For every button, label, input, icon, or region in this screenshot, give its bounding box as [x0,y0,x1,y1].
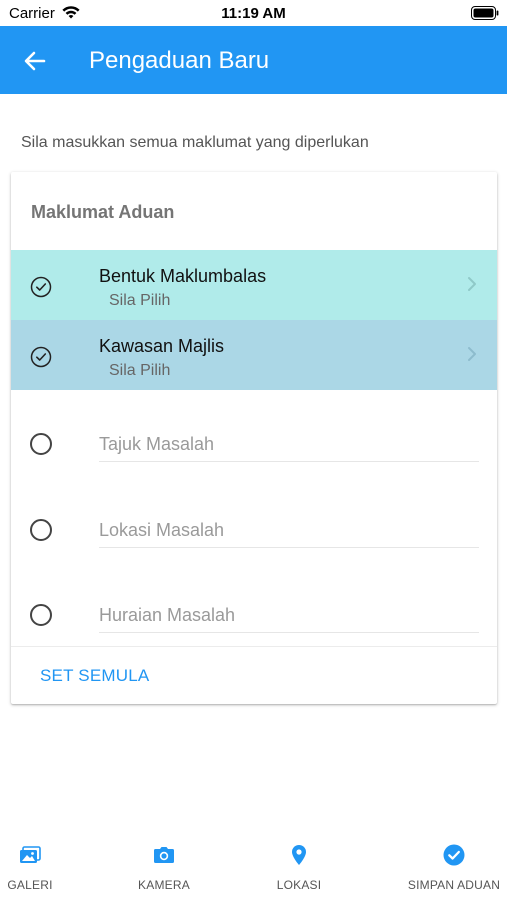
field-row-lokasi-masalah [11,504,497,564]
nav-lokasi[interactable]: LOKASI [268,830,330,900]
card-divider [11,646,497,647]
nav-label: GALERI [7,878,53,892]
radio-button[interactable] [30,519,52,541]
app-bar: Pengaduan Baru [0,26,507,94]
field-row-tajuk-masalah [11,418,497,478]
row-title: Kawasan Majlis [99,336,225,356]
complaint-info-card: Maklumat Aduan Bentuk Maklumbalas Sila P… [11,172,497,704]
reset-button[interactable]: SET SEMULA [40,666,149,686]
status-bar: Carrier 11:19 AM [0,0,507,26]
huraian-masalah-input[interactable] [99,599,479,633]
check-circle-icon [30,346,52,368]
row-subtitle: Sila Pilih [109,362,171,379]
back-button[interactable] [18,44,52,78]
row-title: Bentuk Maklumbalas [99,266,267,286]
page-title: Pengaduan Baru [89,47,270,74]
battery-icon [471,6,499,20]
nav-galeri[interactable]: GALERI [2,830,58,900]
chevron-right-icon [468,277,476,291]
check-circle-filled-icon [442,843,466,867]
camera-icon [152,843,176,867]
row-subtitle: Sila Pilih [109,292,171,309]
nav-label: LOKASI [276,878,322,892]
status-time: 11:19 AM [221,5,286,22]
arrow-left-icon [24,51,46,71]
chevron-right-icon [468,347,476,361]
lokasi-masalah-input[interactable] [99,514,479,548]
radio-button[interactable] [30,604,52,626]
check-circle-icon [30,276,52,298]
nav-label: SIMPAN ADUAN [407,878,501,892]
select-row-kawasan-majlis[interactable]: Kawasan Majlis Sila Pilih [11,320,497,390]
field-row-huraian-masalah [11,589,497,649]
instruction-text: Sila masukkan semua maklumat yang diperl… [21,134,369,151]
nav-kamera[interactable]: KAMERA [130,830,198,900]
card-header: Maklumat Aduan [31,202,175,222]
select-row-bentuk-maklumbalas[interactable]: Bentuk Maklumbalas Sila Pilih [11,250,497,320]
bottom-nav: GALERI KAMERA LOKASI SIMPAN ADUAN [0,830,507,900]
tajuk-masalah-input[interactable] [99,428,479,462]
location-pin-icon [287,843,311,867]
gallery-icon [18,843,42,867]
nav-label: KAMERA [138,878,190,892]
nav-simpan-aduan[interactable]: SIMPAN ADUAN [402,830,506,900]
radio-button[interactable] [30,433,52,455]
